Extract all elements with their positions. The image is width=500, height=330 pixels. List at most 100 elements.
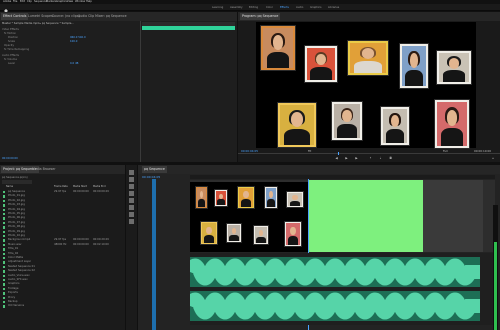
mini-timeline-clip bbox=[142, 26, 235, 30]
workspace-learning[interactable]: Learning bbox=[212, 5, 223, 10]
razor-tool-icon[interactable] bbox=[129, 191, 134, 196]
effect-controls-header: Master * Sample Media.mp4 ▸ pq Sequence … bbox=[2, 22, 74, 25]
column-media-end[interactable]: Media End bbox=[93, 185, 105, 188]
label-color-swatch bbox=[3, 252, 6, 255]
audio-waveform[interactable] bbox=[190, 253, 480, 325]
source-tabbar: Effect Controls Lumetri Scopes Source: (… bbox=[0, 12, 237, 21]
tools-panel bbox=[126, 165, 137, 330]
label-color-swatch bbox=[3, 226, 6, 229]
program-playhead[interactable] bbox=[338, 152, 339, 155]
tab-timeline-sequence[interactable]: pq Sequence bbox=[142, 166, 167, 173]
waveform-bottom bbox=[190, 292, 480, 320]
extract-button[interactable]: ⇣ bbox=[378, 156, 383, 161]
project-panel: Project: pq Sequence Media Browser pq Se… bbox=[0, 165, 125, 330]
program-monitor-panel: Program: pq Sequence 00:00:04:05 Fit Ful… bbox=[238, 12, 500, 162]
audio-meter-level bbox=[494, 242, 497, 330]
ec-scale-value[interactable]: 100.0 bbox=[70, 40, 77, 44]
photo-1 bbox=[260, 25, 296, 71]
track-selection-strip bbox=[152, 179, 156, 330]
project-search-input[interactable] bbox=[2, 180, 32, 184]
effect-controls-panel: Effect Controls Lumetri Scopes Source: (… bbox=[0, 12, 237, 162]
label-color-swatch bbox=[3, 199, 6, 203]
label-color-swatch bbox=[3, 305, 6, 308]
photo-2 bbox=[304, 45, 338, 83]
clip-thumb-9 bbox=[284, 221, 302, 247]
photo-6 bbox=[277, 102, 317, 148]
ripple-edit-tool-icon[interactable] bbox=[129, 184, 134, 189]
column-frame-rate[interactable]: Frame Rate bbox=[54, 185, 68, 188]
clip-thumb-3 bbox=[237, 186, 255, 209]
label-color-swatch bbox=[3, 248, 6, 251]
workspace-bar: Learning Assembly Editing Color Effects … bbox=[0, 4, 500, 13]
label-color-swatch bbox=[3, 283, 6, 286]
workspace-libraries[interactable]: Libraries bbox=[328, 5, 339, 10]
label-color-swatch bbox=[3, 195, 6, 198]
project-list-item[interactable]: Old Versions bbox=[0, 304, 120, 308]
project-item-name: Old Versions bbox=[8, 304, 25, 308]
project-item-list: pq Sequence 29.97 fps 00:00:00:00 00:00:09:… bbox=[0, 190, 125, 320]
tab-audio-clip-mixer[interactable]: Audio Clip Mixer: pq Sequence bbox=[76, 13, 129, 20]
selection-tool-icon[interactable] bbox=[129, 170, 134, 175]
workspace-audio[interactable]: Audio bbox=[296, 5, 303, 10]
tab-media-browser[interactable]: Media Browser bbox=[30, 166, 58, 173]
project-file-name: pq Sequence.prproj bbox=[2, 176, 28, 179]
column-name[interactable]: Name bbox=[6, 185, 13, 188]
label-color-swatch bbox=[3, 204, 6, 207]
lift-button[interactable]: ⇡ bbox=[368, 156, 373, 161]
label-color-swatch bbox=[3, 296, 6, 299]
green-matte-clip[interactable] bbox=[308, 180, 423, 252]
audio-meter bbox=[493, 205, 498, 330]
add-button-icon[interactable]: + bbox=[490, 156, 496, 161]
hand-tool-icon[interactable] bbox=[129, 212, 134, 217]
clip-thumb-1 bbox=[195, 186, 208, 209]
program-tabbar: Program: pq Sequence bbox=[238, 12, 500, 21]
workspace-editing[interactable]: Editing bbox=[249, 5, 258, 10]
photo-4 bbox=[399, 43, 429, 89]
label-color-swatch bbox=[3, 265, 6, 269]
track-select-tool-icon[interactable] bbox=[129, 177, 134, 182]
workspace-effects[interactable]: Effects bbox=[280, 5, 289, 10]
label-color-swatch bbox=[3, 213, 6, 216]
label-color-swatch bbox=[3, 221, 6, 225]
photo-3 bbox=[347, 40, 389, 76]
label-color-swatch bbox=[3, 274, 6, 277]
label-color-swatch bbox=[3, 292, 6, 295]
ec-level-value[interactable]: 0.0 dB bbox=[70, 62, 78, 66]
slip-tool-icon[interactable] bbox=[129, 198, 134, 203]
step-forward-button[interactable]: ▶ bbox=[354, 156, 359, 161]
label-color-swatch bbox=[3, 243, 6, 247]
label-color-swatch bbox=[3, 235, 6, 238]
timeline-ruler[interactable] bbox=[190, 175, 495, 179]
type-tool-icon[interactable] bbox=[129, 219, 134, 224]
label-color-swatch bbox=[3, 208, 6, 211]
label-color-swatch bbox=[3, 217, 6, 220]
step-back-button[interactable]: ◀ bbox=[334, 156, 339, 161]
label-color-swatch bbox=[3, 287, 6, 291]
label-color-swatch bbox=[3, 270, 6, 273]
workspace-graphics[interactable]: Graphics bbox=[310, 5, 321, 10]
column-media-start[interactable]: Media Start bbox=[73, 185, 87, 188]
clip-thumb-7 bbox=[226, 223, 242, 243]
timeline-tabbar: pq Sequence bbox=[138, 165, 500, 174]
ec-time-remapping-label[interactable]: fx Time Remapping bbox=[4, 48, 29, 52]
program-viewer[interactable] bbox=[256, 22, 476, 149]
empty-track-region bbox=[423, 180, 483, 252]
tab-program[interactable]: Program: pq Sequence bbox=[240, 13, 281, 20]
workspace-assembly[interactable]: Assembly bbox=[230, 5, 243, 10]
workspace-color[interactable]: Color bbox=[266, 5, 273, 10]
column-divider bbox=[140, 21, 141, 162]
clip-thumb-2 bbox=[214, 189, 228, 207]
program-scrubber[interactable] bbox=[238, 153, 500, 154]
ec-level-label: Level bbox=[8, 62, 15, 65]
label-color-swatch bbox=[3, 257, 6, 260]
play-button[interactable]: ▶ bbox=[344, 156, 349, 161]
video-clip-main[interactable] bbox=[190, 182, 308, 252]
clip-thumb-5 bbox=[286, 191, 304, 208]
ec-timecode: 00:00:00:00 bbox=[2, 157, 18, 160]
label-color-swatch bbox=[3, 191, 6, 194]
pen-tool-icon[interactable] bbox=[129, 205, 134, 210]
export-frame-icon[interactable]: ◘ bbox=[388, 156, 393, 161]
label-color-swatch bbox=[3, 239, 6, 242]
tab-effect-controls[interactable]: Effect Controls bbox=[1, 13, 29, 20]
label-color-swatch bbox=[3, 301, 6, 304]
